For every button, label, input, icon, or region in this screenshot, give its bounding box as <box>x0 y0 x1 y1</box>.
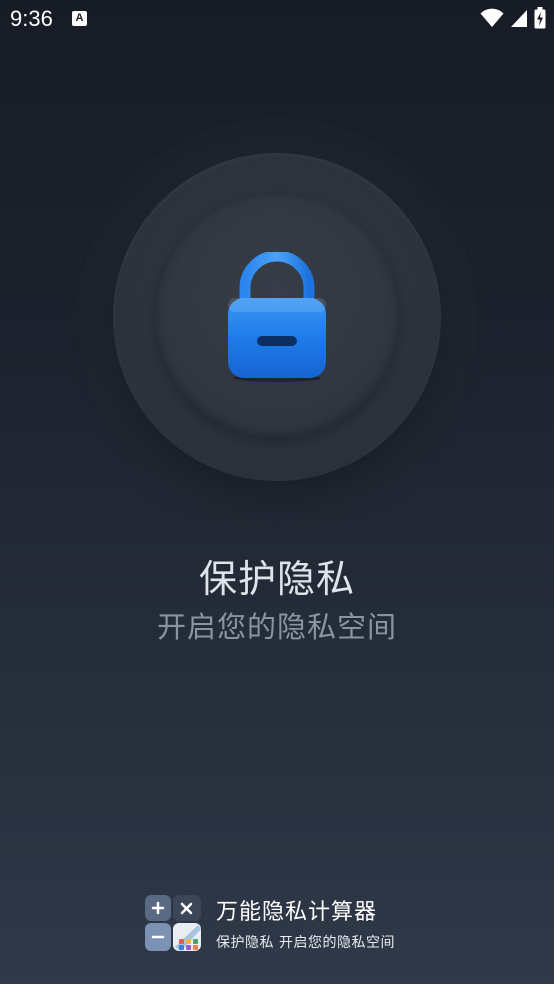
status-bar: 9:36 A <box>0 0 554 38</box>
wifi-icon <box>480 8 504 27</box>
app-name: 万能隐私计算器 <box>216 900 378 925</box>
calculator-app-logo-icon <box>145 895 201 951</box>
app-tagline: 保护隐私 开启您的隐私空间 <box>216 935 395 951</box>
lock-icon <box>228 252 326 382</box>
battery-charging-icon <box>534 7 546 29</box>
app-branding: 万能隐私计算器 保护隐私 开启您的隐私空间 <box>145 893 445 953</box>
status-icons <box>480 7 546 29</box>
a-notification-icon: A <box>72 11 87 26</box>
hero-subtitle: 开启您的隐私空间 <box>156 610 397 644</box>
hero-title: 保护隐私 <box>198 557 355 601</box>
cell-signal-icon <box>511 9 527 27</box>
status-time: 9:36 <box>10 6 53 31</box>
